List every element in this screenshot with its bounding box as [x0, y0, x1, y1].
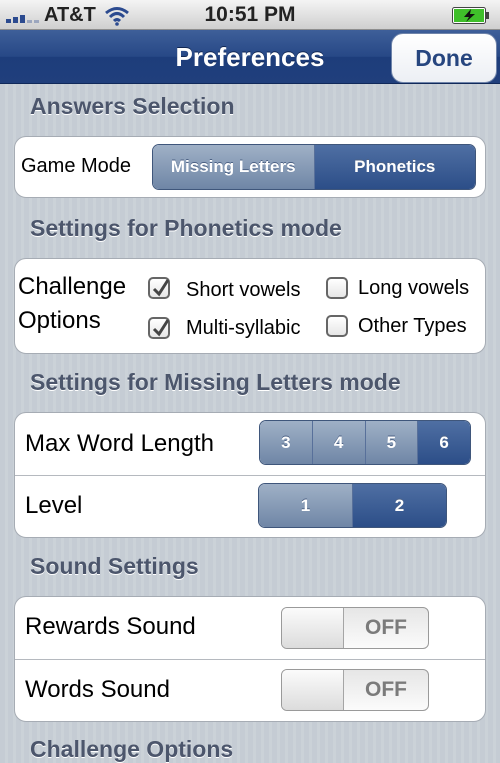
section-header-missing-letters: Settings for Missing Letters mode: [30, 369, 401, 395]
section-header-phonetics: Settings for Phonetics mode: [30, 215, 342, 241]
other-types-checkbox[interactable]: [326, 315, 348, 337]
words-sound-label: Words Sound: [25, 676, 170, 703]
rewards-sound-label: Rewards Sound: [25, 613, 196, 640]
rewards-sound-switch[interactable]: OFF: [281, 607, 429, 649]
short-vowels-label: Short vowels: [186, 279, 301, 301]
multi-syllabic-label: Multi-syllabic: [186, 317, 301, 339]
switch-knob[interactable]: [282, 608, 344, 648]
game-mode-label: Game Mode: [21, 155, 132, 177]
battery-charging-icon: [452, 7, 489, 24]
max-word-length-segmented-control: 3 4 5 6: [259, 420, 471, 465]
answers-selection-group: Game Mode Missing Letters Phonetics: [14, 136, 486, 198]
checkmark-icon: [152, 279, 170, 297]
segment-length-5[interactable]: 5: [365, 421, 419, 464]
rewards-sound-row: Rewards Sound OFF: [15, 597, 485, 659]
short-vowels-checkbox[interactable]: [148, 277, 170, 299]
segment-length-4[interactable]: 4: [312, 421, 366, 464]
game-mode-segmented-control: Missing Letters Phonetics: [152, 144, 476, 190]
section-header-answers: Answers Selection: [30, 93, 235, 119]
words-sound-row: Words Sound OFF: [15, 659, 485, 723]
section-header-sound: Sound Settings: [30, 553, 199, 579]
clock-time: 10:51 PM: [204, 3, 296, 26]
max-word-length-row: Max Word Length 3 4 5 6: [15, 413, 485, 475]
segment-phonetics[interactable]: Phonetics: [314, 145, 475, 189]
long-vowels-label: Long vowels: [358, 277, 470, 299]
challenge-options-label-line1: Challenge: [18, 273, 127, 300]
rewards-sound-state: OFF: [365, 616, 407, 639]
other-types-label: Other Types: [358, 315, 467, 337]
segment-level-1[interactable]: 1: [259, 484, 353, 527]
long-vowels-checkbox[interactable]: [326, 277, 348, 299]
done-button[interactable]: Done: [391, 33, 497, 83]
multi-syllabic-checkbox[interactable]: [148, 317, 170, 339]
challenge-options-label-line2: Options: [18, 307, 101, 334]
segment-length-3[interactable]: 3: [260, 421, 313, 464]
level-row: Level 1 2: [15, 475, 485, 539]
switch-knob[interactable]: [282, 670, 344, 710]
sound-settings-group: Rewards Sound OFF Words Sound OFF: [14, 596, 486, 722]
missing-letters-settings-group: Max Word Length 3 4 5 6 Level 1 2: [14, 412, 486, 538]
max-word-length-label: Max Word Length: [25, 430, 214, 457]
checkmark-icon: [152, 319, 170, 337]
phonetics-settings-group: Challenge Options Short vowels Long vowe…: [14, 258, 486, 354]
segment-length-6[interactable]: 6: [418, 421, 470, 464]
segment-level-2[interactable]: 2: [353, 484, 446, 527]
level-segmented-control: 1 2: [258, 483, 447, 528]
level-label: Level: [25, 492, 83, 519]
words-sound-state: OFF: [365, 678, 407, 701]
segment-missing-letters[interactable]: Missing Letters: [153, 145, 315, 189]
words-sound-switch[interactable]: OFF: [281, 669, 429, 711]
status-bar: AT&T 10:51 PM: [0, 0, 500, 30]
